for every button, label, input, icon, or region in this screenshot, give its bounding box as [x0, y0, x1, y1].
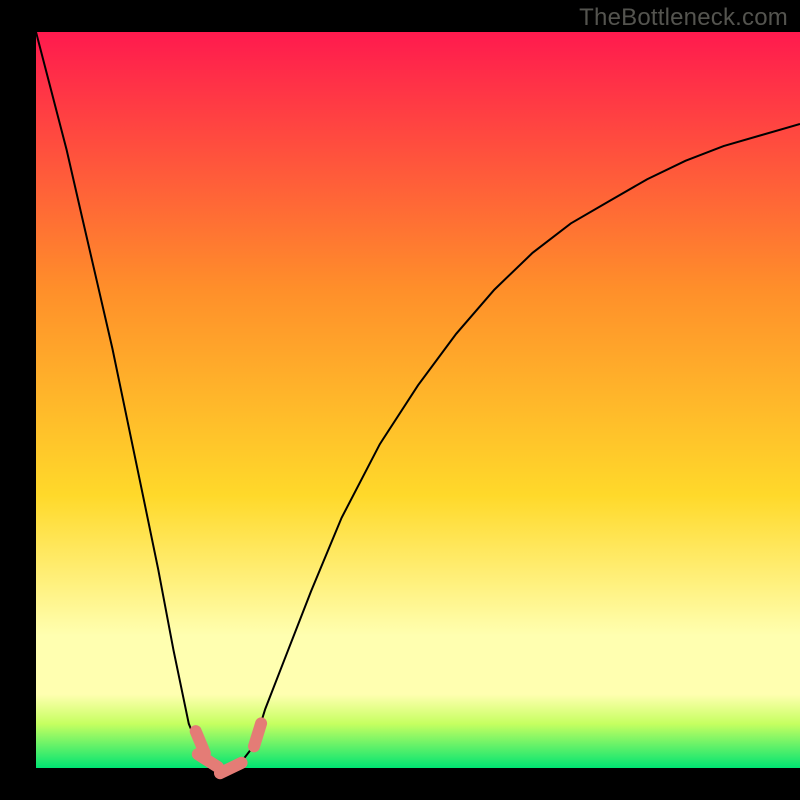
- chart-plot-area: [36, 32, 800, 768]
- chart-stage: TheBottleneck.com: [0, 0, 800, 800]
- watermark-text: TheBottleneck.com: [579, 4, 788, 32]
- chart-svg: [0, 0, 800, 800]
- chart-marker: [254, 723, 261, 746]
